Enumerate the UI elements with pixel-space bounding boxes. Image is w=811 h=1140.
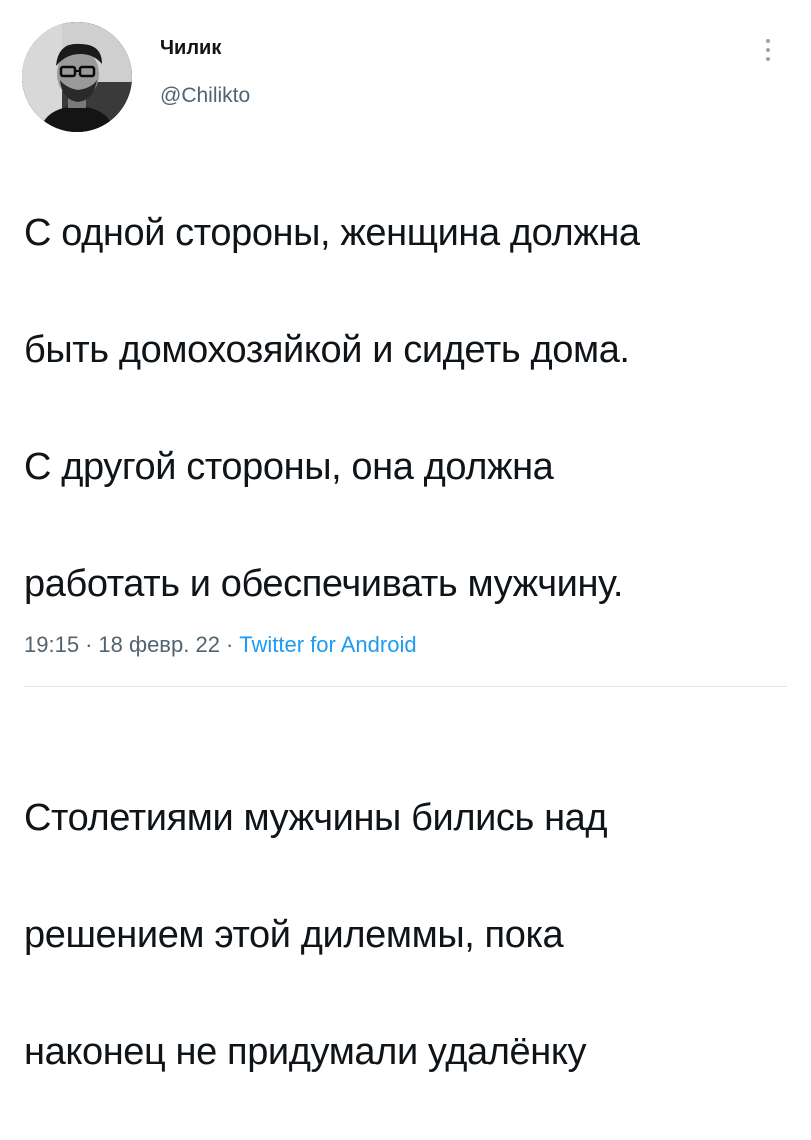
tweet-line: Столетиями мужчины бились над [24, 796, 608, 839]
tweet: Чилик @Chiliktо С одной стороны, женщина… [0, 0, 811, 1073]
tweet-date[interactable]: 18 февр. 22 [98, 632, 220, 657]
tweet-line: решением этой дилеммы, пока [24, 913, 564, 956]
tweet-meta: 19:15 · 18 февр. 22 · Twitter for Android [24, 632, 417, 658]
meta-separator: · [225, 632, 234, 657]
tweet-line: С другой стороны, она должна [24, 445, 554, 488]
divider [24, 686, 787, 687]
display-name[interactable]: Чилик [160, 37, 221, 60]
tweet-line: наконец не придумали удалёнку [24, 1030, 587, 1073]
tweet-time[interactable]: 19:15 [24, 632, 79, 657]
user-avatar-icon [22, 22, 132, 132]
avatar[interactable] [22, 22, 132, 132]
tweet-line: быть домохозяйкой и сидеть дома. [24, 328, 630, 371]
tweet-line: работать и обеспечивать мужчину. [24, 562, 623, 605]
more-vertical-icon [766, 39, 770, 61]
tweet-source-link[interactable]: Twitter for Android [239, 632, 416, 657]
tweet-line: С одной стороны, женщина должна [24, 211, 640, 254]
user-handle[interactable]: @Chiliktо [160, 84, 250, 108]
more-options-button[interactable] [752, 32, 784, 72]
meta-separator: · [85, 632, 93, 657]
